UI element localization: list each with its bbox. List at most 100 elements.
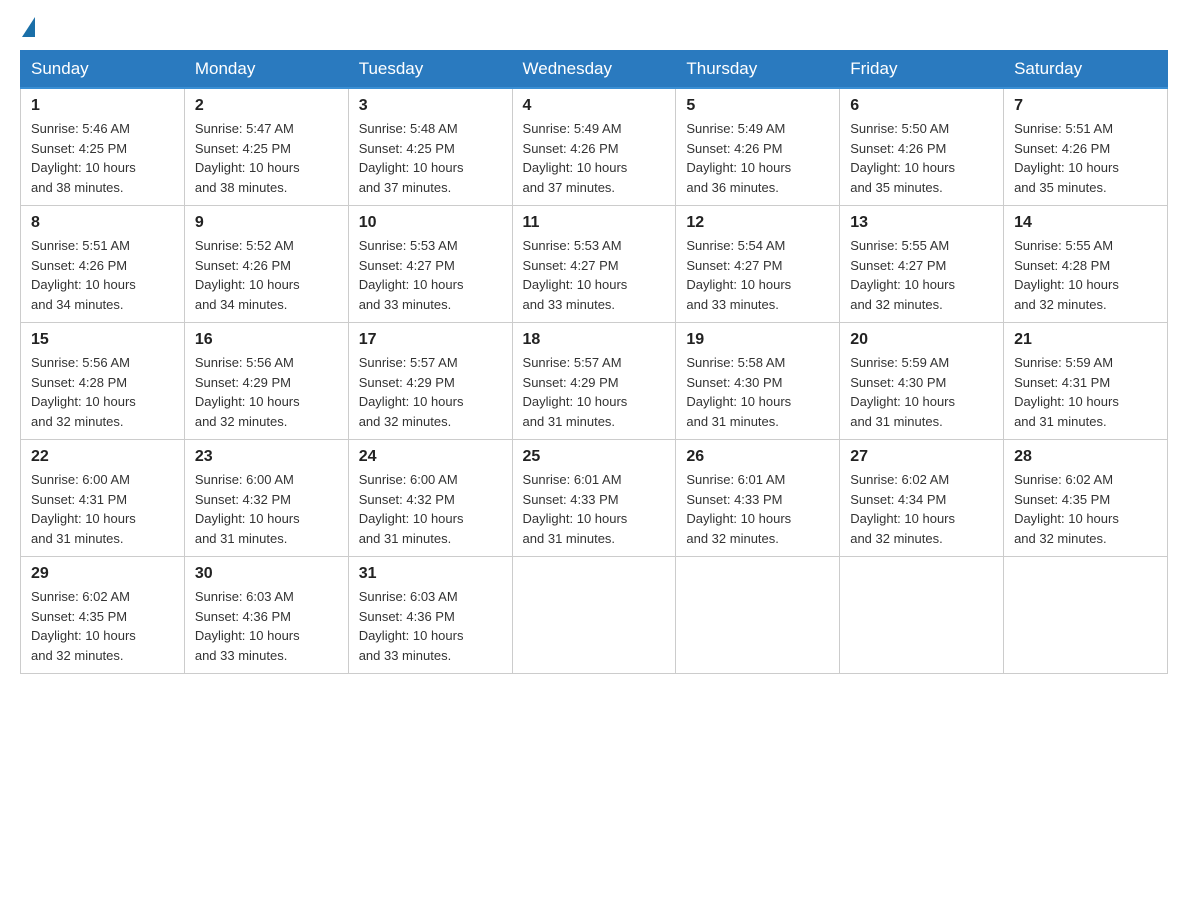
- logo: [20, 20, 35, 40]
- day-info: Sunrise: 5:52 AMSunset: 4:26 PMDaylight:…: [195, 236, 338, 314]
- calendar-cell: 13 Sunrise: 5:55 AMSunset: 4:27 PMDayligh…: [840, 206, 1004, 323]
- day-number: 20: [850, 331, 993, 349]
- day-info: Sunrise: 6:00 AMSunset: 4:32 PMDaylight:…: [195, 470, 338, 548]
- day-number: 12: [686, 214, 829, 232]
- day-info: Sunrise: 5:57 AMSunset: 4:29 PMDaylight:…: [523, 353, 666, 431]
- weekday-header-saturday: Saturday: [1004, 51, 1168, 89]
- day-number: 21: [1014, 331, 1157, 349]
- calendar-cell: 11Sunrise: 5:53 AMSunset: 4:27 PMDayligh…: [512, 206, 676, 323]
- calendar-cell: 24 Sunrise: 6:00 AMSunset: 4:32 PMDayligh…: [348, 440, 512, 557]
- calendar-cell: 30 Sunrise: 6:03 AMSunset: 4:36 PMDayligh…: [184, 557, 348, 674]
- day-info: Sunrise: 5:53 AMSunset: 4:27 PMDaylight:…: [359, 236, 502, 314]
- weekday-header-monday: Monday: [184, 51, 348, 89]
- calendar-cell: 17Sunrise: 5:57 AMSunset: 4:29 PMDayligh…: [348, 323, 512, 440]
- calendar-cell: 7 Sunrise: 5:51 AMSunset: 4:26 PMDaylight…: [1004, 88, 1168, 206]
- day-info: Sunrise: 5:48 AMSunset: 4:25 PMDaylight:…: [359, 119, 502, 197]
- day-info: Sunrise: 6:00 AMSunset: 4:32 PMDaylight:…: [359, 470, 502, 548]
- day-number: 19: [686, 331, 829, 349]
- calendar-cell: 14 Sunrise: 5:55 AMSunset: 4:28 PMDayligh…: [1004, 206, 1168, 323]
- day-number: 8: [31, 214, 174, 232]
- day-number: 15: [31, 331, 174, 349]
- day-number: 24: [359, 448, 502, 466]
- day-number: 16: [195, 331, 338, 349]
- day-info: Sunrise: 5:49 AMSunset: 4:26 PMDaylight:…: [523, 119, 666, 197]
- calendar-header: SundayMondayTuesdayWednesdayThursdayFrid…: [21, 51, 1168, 89]
- day-number: 22: [31, 448, 174, 466]
- calendar-cell: 26 Sunrise: 6:01 AMSunset: 4:33 PMDayligh…: [676, 440, 840, 557]
- calendar-cell: [512, 557, 676, 674]
- day-info: Sunrise: 5:49 AMSunset: 4:26 PMDaylight:…: [686, 119, 829, 197]
- calendar-week-row: 29 Sunrise: 6:02 AMSunset: 4:35 PMDayligh…: [21, 557, 1168, 674]
- weekday-header-wednesday: Wednesday: [512, 51, 676, 89]
- day-info: Sunrise: 5:59 AMSunset: 4:30 PMDaylight:…: [850, 353, 993, 431]
- calendar-cell: 8Sunrise: 5:51 AMSunset: 4:26 PMDaylight…: [21, 206, 185, 323]
- day-info: Sunrise: 5:51 AMSunset: 4:26 PMDaylight:…: [1014, 119, 1157, 197]
- calendar-cell: 3Sunrise: 5:48 AMSunset: 4:25 PMDaylight…: [348, 88, 512, 206]
- day-number: 17: [359, 331, 502, 349]
- calendar-cell: 31 Sunrise: 6:03 AMSunset: 4:36 PMDayligh…: [348, 557, 512, 674]
- calendar-cell: 27 Sunrise: 6:02 AMSunset: 4:34 PMDayligh…: [840, 440, 1004, 557]
- calendar-cell: 4Sunrise: 5:49 AMSunset: 4:26 PMDaylight…: [512, 88, 676, 206]
- day-number: 25: [523, 448, 666, 466]
- day-info: Sunrise: 5:54 AMSunset: 4:27 PMDaylight:…: [686, 236, 829, 314]
- day-info: Sunrise: 5:56 AMSunset: 4:28 PMDaylight:…: [31, 353, 174, 431]
- day-info: Sunrise: 5:55 AMSunset: 4:27 PMDaylight:…: [850, 236, 993, 314]
- day-number: 18: [523, 331, 666, 349]
- day-number: 7: [1014, 97, 1157, 115]
- calendar-body: 1 Sunrise: 5:46 AMSunset: 4:25 PMDaylight…: [21, 88, 1168, 674]
- weekday-header-friday: Friday: [840, 51, 1004, 89]
- day-number: 9: [195, 214, 338, 232]
- day-info: Sunrise: 6:01 AMSunset: 4:33 PMDaylight:…: [686, 470, 829, 548]
- calendar-cell: 20 Sunrise: 5:59 AMSunset: 4:30 PMDayligh…: [840, 323, 1004, 440]
- calendar-cell: 22 Sunrise: 6:00 AMSunset: 4:31 PMDayligh…: [21, 440, 185, 557]
- calendar-cell: 18 Sunrise: 5:57 AMSunset: 4:29 PMDayligh…: [512, 323, 676, 440]
- day-number: 30: [195, 565, 338, 583]
- calendar-cell: 6Sunrise: 5:50 AMSunset: 4:26 PMDaylight…: [840, 88, 1004, 206]
- day-info: Sunrise: 6:00 AMSunset: 4:31 PMDaylight:…: [31, 470, 174, 548]
- calendar-cell: 12 Sunrise: 5:54 AMSunset: 4:27 PMDayligh…: [676, 206, 840, 323]
- calendar-cell: 2 Sunrise: 5:47 AMSunset: 4:25 PMDaylight…: [184, 88, 348, 206]
- day-info: Sunrise: 5:55 AMSunset: 4:28 PMDaylight:…: [1014, 236, 1157, 314]
- day-number: 13: [850, 214, 993, 232]
- calendar-week-row: 1 Sunrise: 5:46 AMSunset: 4:25 PMDaylight…: [21, 88, 1168, 206]
- calendar-week-row: 15 Sunrise: 5:56 AMSunset: 4:28 PMDayligh…: [21, 323, 1168, 440]
- day-info: Sunrise: 5:53 AMSunset: 4:27 PMDaylight:…: [523, 236, 666, 314]
- calendar-cell: [840, 557, 1004, 674]
- day-number: 14: [1014, 214, 1157, 232]
- calendar-cell: 19 Sunrise: 5:58 AMSunset: 4:30 PMDayligh…: [676, 323, 840, 440]
- day-info: Sunrise: 6:02 AMSunset: 4:34 PMDaylight:…: [850, 470, 993, 548]
- day-info: Sunrise: 5:59 AMSunset: 4:31 PMDaylight:…: [1014, 353, 1157, 431]
- day-info: Sunrise: 5:56 AMSunset: 4:29 PMDaylight:…: [195, 353, 338, 431]
- calendar-cell: 16 Sunrise: 5:56 AMSunset: 4:29 PMDayligh…: [184, 323, 348, 440]
- calendar-cell: 21 Sunrise: 5:59 AMSunset: 4:31 PMDayligh…: [1004, 323, 1168, 440]
- page-header: [20, 20, 1168, 40]
- calendar-cell: [1004, 557, 1168, 674]
- weekday-header-row: SundayMondayTuesdayWednesdayThursdayFrid…: [21, 51, 1168, 89]
- day-number: 31: [359, 565, 502, 583]
- day-info: Sunrise: 6:03 AMSunset: 4:36 PMDaylight:…: [195, 587, 338, 665]
- calendar-week-row: 8Sunrise: 5:51 AMSunset: 4:26 PMDaylight…: [21, 206, 1168, 323]
- day-info: Sunrise: 6:01 AMSunset: 4:33 PMDaylight:…: [523, 470, 666, 548]
- logo-arrow-icon: [22, 17, 35, 37]
- day-number: 1: [31, 97, 174, 115]
- day-number: 23: [195, 448, 338, 466]
- calendar-cell: 29 Sunrise: 6:02 AMSunset: 4:35 PMDayligh…: [21, 557, 185, 674]
- calendar-week-row: 22 Sunrise: 6:00 AMSunset: 4:31 PMDayligh…: [21, 440, 1168, 557]
- day-info: Sunrise: 6:02 AMSunset: 4:35 PMDaylight:…: [31, 587, 174, 665]
- day-info: Sunrise: 6:02 AMSunset: 4:35 PMDaylight:…: [1014, 470, 1157, 548]
- day-info: Sunrise: 5:58 AMSunset: 4:30 PMDaylight:…: [686, 353, 829, 431]
- day-number: 6: [850, 97, 993, 115]
- day-number: 28: [1014, 448, 1157, 466]
- calendar-cell: 10 Sunrise: 5:53 AMSunset: 4:27 PMDayligh…: [348, 206, 512, 323]
- weekday-header-sunday: Sunday: [21, 51, 185, 89]
- day-number: 10: [359, 214, 502, 232]
- day-number: 29: [31, 565, 174, 583]
- day-info: Sunrise: 5:46 AMSunset: 4:25 PMDaylight:…: [31, 119, 174, 197]
- day-number: 2: [195, 97, 338, 115]
- day-number: 27: [850, 448, 993, 466]
- day-info: Sunrise: 6:03 AMSunset: 4:36 PMDaylight:…: [359, 587, 502, 665]
- day-number: 26: [686, 448, 829, 466]
- calendar-cell: 28 Sunrise: 6:02 AMSunset: 4:35 PMDayligh…: [1004, 440, 1168, 557]
- day-info: Sunrise: 5:47 AMSunset: 4:25 PMDaylight:…: [195, 119, 338, 197]
- calendar-cell: 9 Sunrise: 5:52 AMSunset: 4:26 PMDaylight…: [184, 206, 348, 323]
